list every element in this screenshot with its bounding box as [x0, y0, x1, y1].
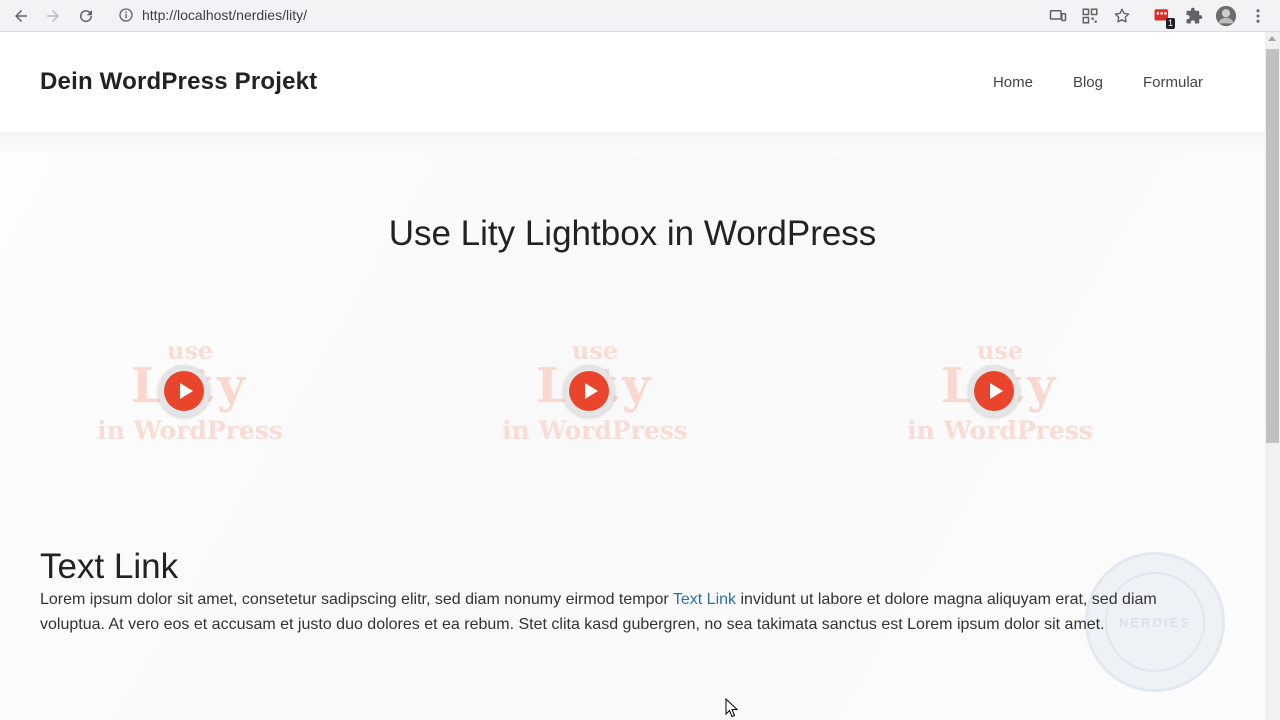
video-thumbnail-1[interactable]: use Lity in WordPress	[70, 339, 310, 459]
arrow-left-icon	[15, 10, 27, 22]
url-text[interactable]: http://localhost/nerdies/lity/	[142, 7, 307, 23]
forward-button[interactable]	[41, 4, 65, 28]
paragraph-text-start: Lorem ipsum dolor sit amet, consetetur s…	[40, 591, 673, 608]
qr-code-button[interactable]	[1080, 4, 1100, 28]
more-vertical-icon	[1256, 9, 1260, 23]
scroll-up-arrow-icon[interactable]	[1268, 36, 1276, 41]
nav-link-formular[interactable]: Formular	[1143, 74, 1203, 91]
play-button[interactable]	[563, 365, 615, 417]
main-content: Use Lity Lightbox in WordPress use Lity …	[0, 154, 1265, 720]
extensions-menu-button[interactable]	[1184, 4, 1204, 28]
section-heading: Text Link	[40, 547, 179, 586]
header-divider	[0, 132, 1265, 154]
profile-avatar[interactable]	[1214, 4, 1238, 28]
text-link[interactable]: Text Link	[673, 591, 736, 608]
bookmark-button[interactable]	[1112, 4, 1132, 28]
back-button[interactable]	[9, 4, 33, 28]
nav-link-blog[interactable]: Blog	[1073, 74, 1103, 91]
mouse-cursor-icon	[725, 698, 739, 718]
page-viewport: Dein WordPress Projekt Home Blog Formula…	[0, 32, 1265, 720]
watermark-line-3: in WordPress	[97, 416, 283, 445]
main-navigation: Home Blog Formular	[993, 74, 1203, 91]
watermark-line-3: in WordPress	[502, 416, 688, 445]
arrow-right-icon	[47, 10, 59, 22]
vertical-scrollbar[interactable]	[1265, 32, 1280, 720]
cast-icon	[1049, 10, 1067, 22]
video-thumbnail-2[interactable]: use Lity in WordPress	[475, 339, 715, 459]
star-icon	[1114, 8, 1130, 23]
body-paragraph: Lorem ipsum dolor sit amet, consetetur s…	[40, 587, 1170, 637]
extension-badge: 1	[1165, 18, 1175, 29]
play-button[interactable]	[968, 365, 1020, 417]
play-icon	[974, 371, 1014, 411]
video-thumbnail-3[interactable]: use Lity in WordPress	[880, 339, 1120, 459]
site-header: Dein WordPress Projekt Home Blog Formula…	[0, 32, 1265, 132]
browser-toolbar: http://localhost/nerdies/lity/ 1	[0, 0, 1280, 32]
play-icon	[164, 371, 204, 411]
scrollbar-thumb[interactable]	[1266, 49, 1279, 443]
qr-code-icon	[1082, 8, 1098, 24]
play-icon	[569, 371, 609, 411]
play-button[interactable]	[158, 365, 210, 417]
watermark-line-3: in WordPress	[907, 416, 1093, 445]
avatar-icon	[1215, 5, 1237, 27]
page-title: Use Lity Lightbox in WordPress	[388, 214, 877, 253]
reload-icon	[80, 10, 93, 23]
info-icon[interactable]	[118, 7, 134, 23]
cast-button[interactable]	[1048, 4, 1068, 28]
reload-button[interactable]	[74, 4, 98, 28]
site-title[interactable]: Dein WordPress Projekt	[40, 68, 317, 96]
puzzle-icon	[1186, 7, 1203, 24]
browser-menu-button[interactable]	[1248, 4, 1268, 28]
address-bar[interactable]: http://localhost/nerdies/lity/	[110, 2, 1140, 28]
nav-link-home[interactable]: Home	[993, 74, 1033, 91]
extension-button[interactable]: 1	[1152, 4, 1175, 29]
